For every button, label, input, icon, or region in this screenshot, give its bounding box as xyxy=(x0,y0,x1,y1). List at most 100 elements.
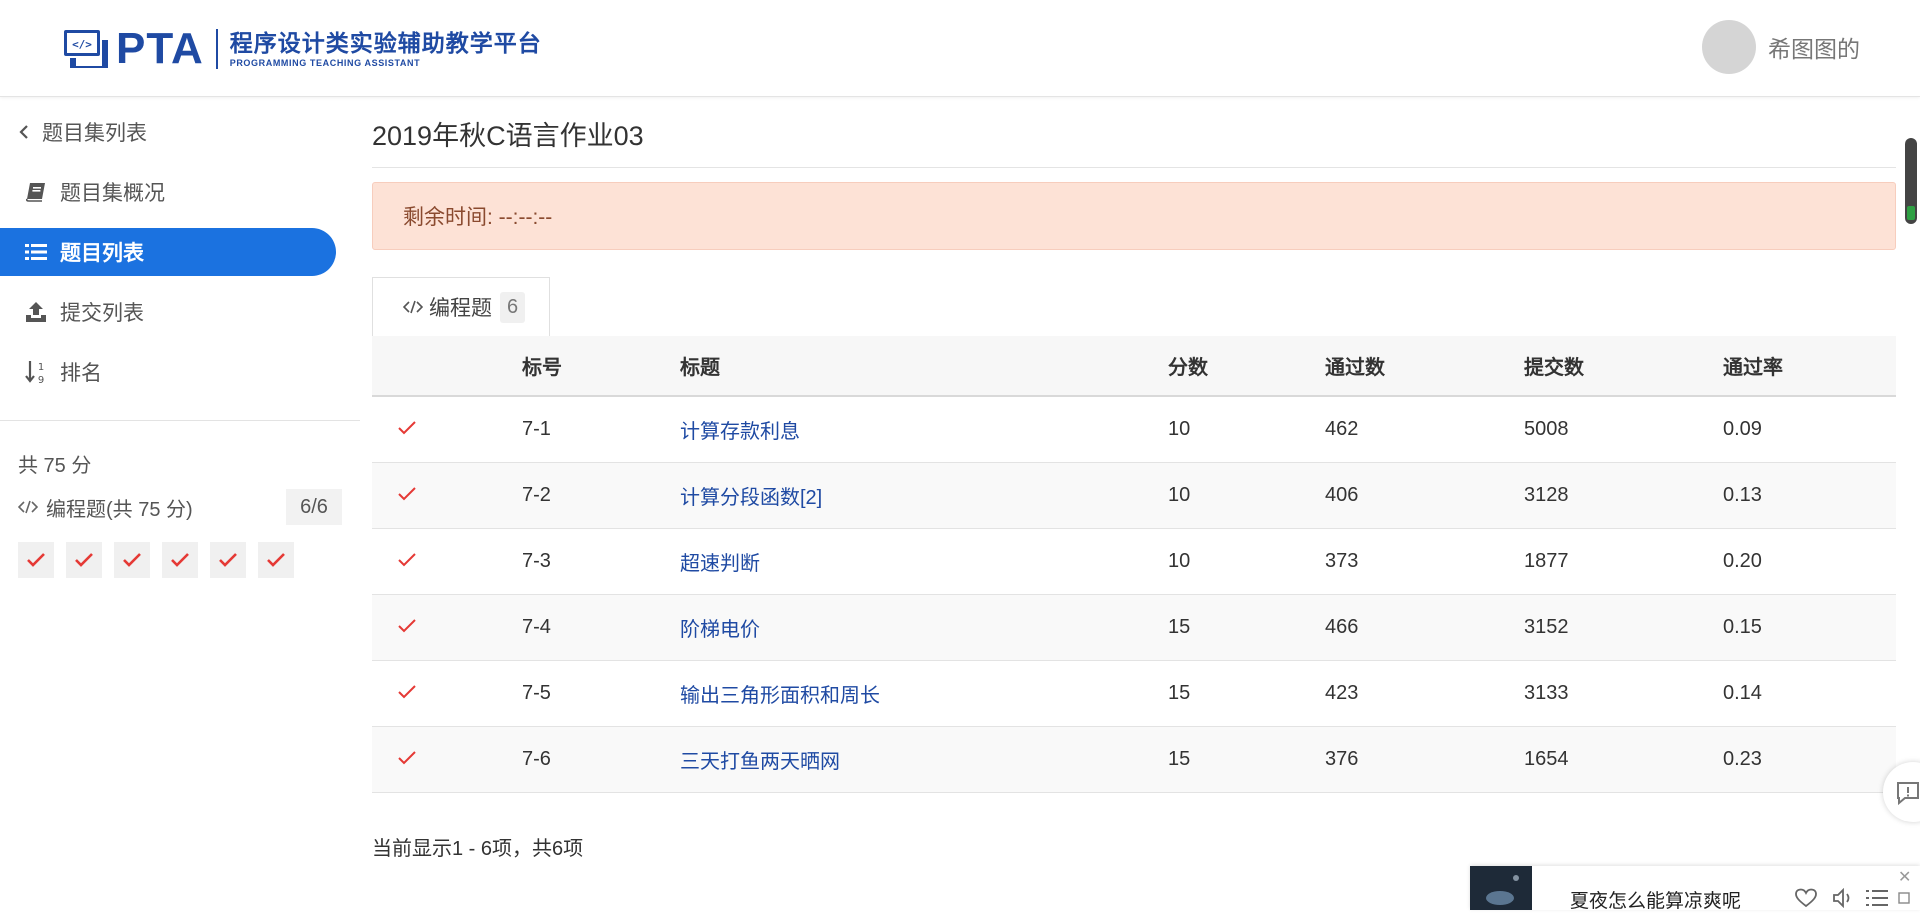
programming-label: 编程题(共 75 分) xyxy=(46,498,193,521)
problem-title-cell: 计算分段函数[2] xyxy=(680,462,1168,529)
status-cell xyxy=(372,396,522,463)
chevron-left-icon xyxy=(19,125,28,139)
table-row[interactable]: 7-3 超速判断 10 373 1877 0.20 xyxy=(372,528,1896,595)
sidebar-item-label: 提交列表 xyxy=(60,302,144,325)
problem-submitted: 3128 xyxy=(1524,462,1723,529)
scrollbar-indicator xyxy=(1907,206,1915,220)
check-icon xyxy=(398,750,416,764)
sidebar-item-label: 题目列表 xyxy=(60,242,144,265)
problem-score: 10 xyxy=(1168,528,1325,595)
status-cell xyxy=(372,660,522,727)
heart-icon[interactable] xyxy=(1794,888,1818,908)
problem-title-cell: 输出三角形面积和周长 xyxy=(680,660,1168,727)
check-icon xyxy=(398,684,416,698)
problem-id: 7-1 xyxy=(522,396,680,463)
playlist-icon[interactable] xyxy=(1866,888,1888,908)
problem-id: 7-5 xyxy=(522,660,680,727)
problem-id: 7-3 xyxy=(522,528,680,595)
problem-pass-rate: 0.20 xyxy=(1723,528,1896,595)
problem-score: 15 xyxy=(1168,660,1325,727)
back-to-problem-sets[interactable]: 题目集列表 xyxy=(18,117,147,147)
song-title: 夏夜怎么能算凉爽呢 xyxy=(1570,891,1742,912)
problem-title-cell: 计算存款利息 xyxy=(680,396,1168,463)
col-header-passed[interactable]: 通过数 xyxy=(1325,336,1524,397)
problem-title-link[interactable]: 计算存款利息 xyxy=(680,421,800,443)
platform-name-cn: 程序设计类实验辅助教学平台 xyxy=(229,30,542,56)
chat-bubble-icon xyxy=(1897,782,1919,806)
avatar[interactable] xyxy=(1702,20,1756,74)
svg-text:9: 9 xyxy=(38,375,44,384)
sidebar-item-submissions[interactable]: 提交列表 xyxy=(0,288,336,336)
check-icon xyxy=(267,553,285,567)
table-row[interactable]: 7-1 计算存款利息 10 462 5008 0.09 xyxy=(372,396,1896,463)
problem-id: 7-4 xyxy=(522,594,680,661)
sidebar-divider xyxy=(0,420,360,421)
check-icon xyxy=(398,552,416,566)
paging-info: 当前显示1 - 6项，共6项 xyxy=(372,838,584,860)
tab-count-badge: 6 xyxy=(500,291,526,323)
user-menu[interactable]: 希图图的 xyxy=(1702,20,1860,74)
col-header-status xyxy=(372,336,522,397)
username[interactable]: 希图图的 xyxy=(1768,30,1860,64)
problem-score: 10 xyxy=(1168,462,1325,529)
problem-pass-rate: 0.13 xyxy=(1723,462,1896,529)
problem-status-grid xyxy=(18,542,294,578)
problem-title-link[interactable]: 输出三角形面积和周长 xyxy=(680,685,880,707)
problem-status-5[interactable] xyxy=(210,542,246,578)
status-cell xyxy=(372,726,522,793)
problem-submitted: 3133 xyxy=(1524,660,1723,727)
problem-title-link[interactable]: 计算分段函数[2] xyxy=(680,487,822,509)
problem-pass-rate: 0.14 xyxy=(1723,660,1896,727)
problem-submitted: 1654 xyxy=(1524,726,1723,793)
volume-icon[interactable] xyxy=(1832,888,1856,908)
problem-title-cell: 三天打鱼两天晒网 xyxy=(680,726,1168,793)
check-icon xyxy=(27,553,45,567)
table-row[interactable]: 7-4 阶梯电价 15 466 3152 0.15 xyxy=(372,594,1896,661)
code-icon xyxy=(18,500,38,514)
table-row[interactable]: 7-2 计算分段函数[2] 10 406 3128 0.13 xyxy=(372,462,1896,529)
table-row[interactable]: 7-6 三天打鱼两天晒网 15 376 1654 0.23 xyxy=(372,726,1896,793)
problem-id: 7-6 xyxy=(522,726,680,793)
problem-status-1[interactable] xyxy=(18,542,54,578)
problem-submitted: 5008 xyxy=(1524,396,1723,463)
remaining-time-text: 剩余时间: --:--:-- xyxy=(403,206,553,229)
problem-status-2[interactable] xyxy=(66,542,102,578)
sidebar-item-ranking[interactable]: 19 排名 xyxy=(0,348,336,396)
problem-passed: 423 xyxy=(1325,660,1524,727)
sidebar: 题目集列表 题目集概况 题目列表 提交列表 19 排名 共 75 分 编程题(共 xyxy=(0,97,360,910)
problem-passed: 406 xyxy=(1325,462,1524,529)
problem-status-3[interactable] xyxy=(114,542,150,578)
col-header-pass-rate[interactable]: 通过率 xyxy=(1723,336,1896,397)
programming-count: 6/6 xyxy=(286,489,342,525)
svg-text:</>: </> xyxy=(72,38,92,51)
check-icon xyxy=(123,553,141,567)
tab-programming[interactable]: 编程题 6 xyxy=(372,277,550,336)
col-header-title[interactable]: 标题 xyxy=(680,336,1168,397)
sidebar-item-overview[interactable]: 题目集概况 xyxy=(0,168,336,216)
col-header-submitted[interactable]: 提交数 xyxy=(1524,336,1723,397)
code-icon xyxy=(403,299,423,315)
problem-pass-rate: 0.23 xyxy=(1723,726,1896,793)
sidebar-item-label: 排名 xyxy=(60,362,102,385)
close-icon[interactable]: ✕ xyxy=(1898,870,1911,886)
sidebar-item-problem-list[interactable]: 题目列表 xyxy=(0,228,336,276)
pta-logo[interactable]: </> PTA 程序设计类实验辅助教学平台 PROGRAMMING TEACHI… xyxy=(62,26,542,72)
logo-text: 程序设计类实验辅助教学平台 PROGRAMMING TEACHING ASSIS… xyxy=(230,29,542,69)
problem-status-6[interactable] xyxy=(258,542,294,578)
problem-title-cell: 阶梯电价 xyxy=(680,594,1168,661)
album-cover[interactable] xyxy=(1470,866,1532,910)
problem-title-link[interactable]: 超速判断 xyxy=(680,553,760,575)
programming-summary[interactable]: 编程题(共 75 分) 6/6 xyxy=(18,489,342,525)
top-header: </> PTA 程序设计类实验辅助教学平台 PROGRAMMING TEACHI… xyxy=(0,0,1920,97)
problem-title-link[interactable]: 三天打鱼两天晒网 xyxy=(680,751,840,773)
check-icon xyxy=(398,421,416,435)
problem-status-4[interactable] xyxy=(162,542,198,578)
col-header-score[interactable]: 分数 xyxy=(1168,336,1325,397)
table-row[interactable]: 7-5 输出三角形面积和周长 15 423 3133 0.14 xyxy=(372,660,1896,727)
problem-pass-rate: 0.15 xyxy=(1723,594,1896,661)
tab-label: 编程题 xyxy=(429,297,492,320)
sidebar-item-label: 题目集概况 xyxy=(60,182,165,205)
minimize-icon[interactable] xyxy=(1898,892,1910,904)
problem-title-link[interactable]: 阶梯电价 xyxy=(680,619,760,641)
col-header-id[interactable]: 标号 xyxy=(522,336,680,397)
